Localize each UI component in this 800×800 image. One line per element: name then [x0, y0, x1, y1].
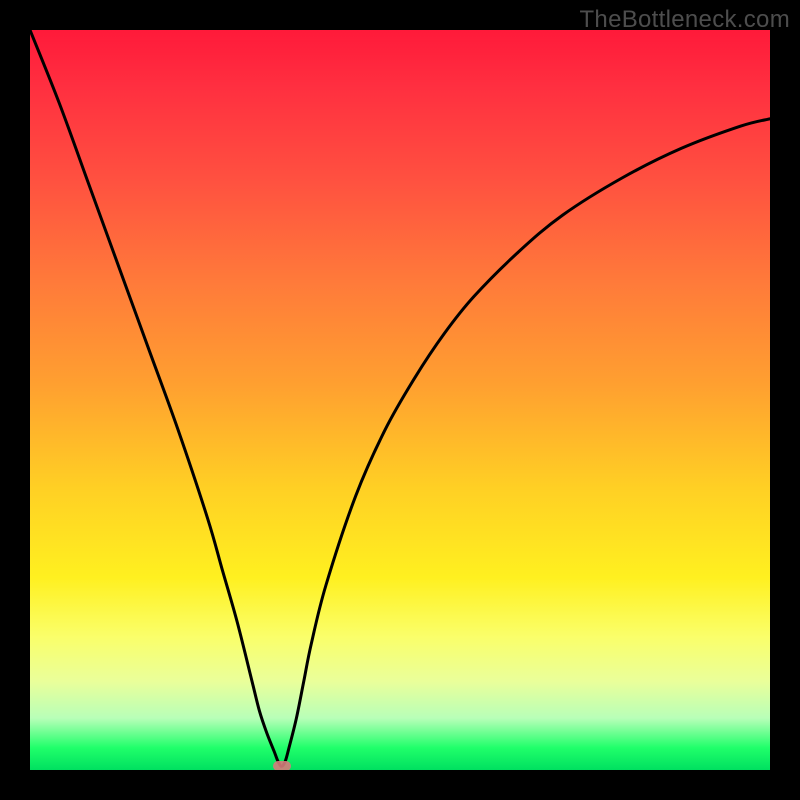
chart-frame: TheBottleneck.com	[0, 0, 800, 800]
watermark-text: TheBottleneck.com	[579, 6, 790, 34]
optimum-marker	[273, 761, 291, 770]
curve-path	[30, 30, 770, 766]
bottleneck-curve	[30, 30, 770, 770]
plot-area	[30, 30, 770, 770]
